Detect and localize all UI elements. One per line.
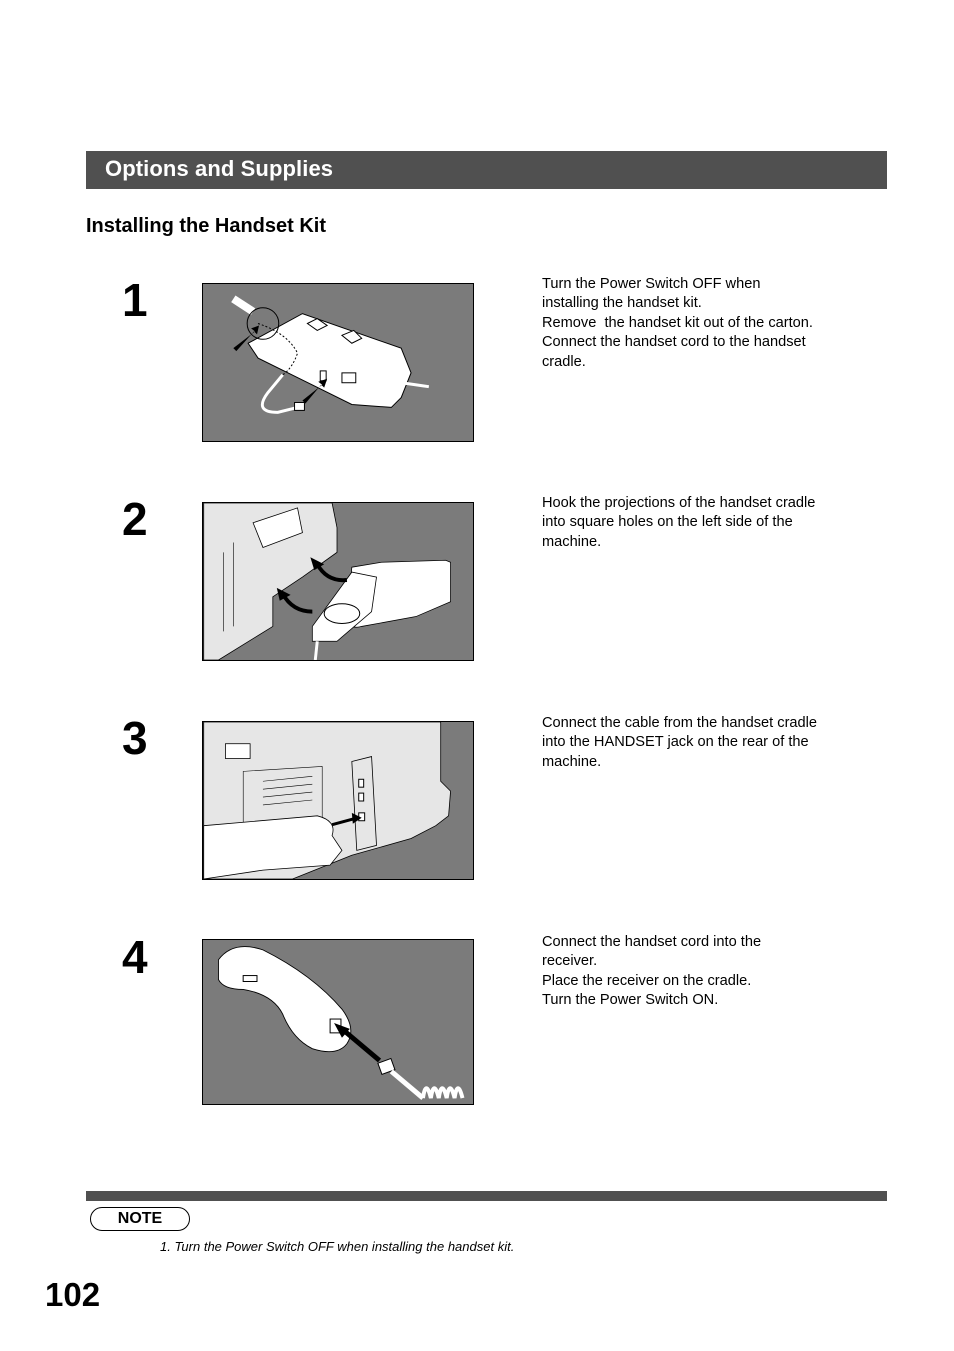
step-text-line: into the HANDSET jack on the rear of the bbox=[542, 734, 809, 751]
footer-divider-bar bbox=[86, 1191, 887, 1201]
step-text-line: Remove the handset kit out of the carton… bbox=[542, 314, 813, 331]
machine-cradle-icon bbox=[203, 503, 473, 660]
step-text-line: machine. bbox=[542, 533, 602, 550]
step-text-line: Connect the handset cord to the handset bbox=[542, 334, 806, 351]
step-2-illustration bbox=[202, 502, 474, 661]
handset-cradle-icon bbox=[203, 284, 473, 441]
step-number: 4 bbox=[122, 931, 148, 983]
step-text-line: receiver. bbox=[542, 953, 598, 970]
step-text-line: Turn the Power Switch ON. bbox=[542, 992, 719, 1009]
step-text-line: Place the receiver on the cradle. bbox=[542, 972, 752, 989]
step-text-line: into square holes on the left side of th… bbox=[542, 514, 793, 531]
step-1-illustration bbox=[202, 283, 474, 442]
step-4-illustration bbox=[202, 939, 474, 1105]
step-2-instructions: Hook the projections of the handset crad… bbox=[542, 494, 847, 552]
machine-rear-jack-icon bbox=[203, 722, 473, 879]
step-number: 3 bbox=[122, 712, 148, 764]
step-text-line: Turn the Power Switch OFF when bbox=[542, 276, 761, 292]
note-badge: NOTE bbox=[90, 1207, 190, 1231]
section-title: Options and Supplies bbox=[105, 156, 334, 181]
step-text-line: Connect the handset cord into the bbox=[542, 934, 762, 950]
note-item: 1. Turn the Power Switch OFF when instal… bbox=[160, 1239, 515, 1254]
step-4-instructions: Connect the handset cord into the receiv… bbox=[542, 933, 847, 1011]
page-subtitle: Installing the Handset Kit bbox=[86, 215, 327, 237]
step-number: 1 bbox=[122, 274, 148, 326]
step-1-instructions: Turn the Power Switch OFF when installin… bbox=[542, 275, 847, 372]
step-text-line: machine. bbox=[542, 753, 602, 770]
receiver-cord-icon bbox=[203, 940, 473, 1104]
step-3-instructions: Connect the cable from the handset cradl… bbox=[542, 714, 847, 772]
page-number: 102 bbox=[45, 1276, 101, 1313]
step-number: 2 bbox=[122, 493, 148, 545]
step-text-line: installing the handset kit. bbox=[542, 295, 702, 312]
section-header-bar: Options and Supplies bbox=[86, 151, 887, 189]
step-3-illustration bbox=[202, 721, 474, 880]
step-text-line: Hook the projections of the handset crad… bbox=[542, 495, 816, 511]
step-text-line: Connect the cable from the handset cradl… bbox=[542, 715, 818, 731]
step-text-line: cradle. bbox=[542, 353, 586, 370]
